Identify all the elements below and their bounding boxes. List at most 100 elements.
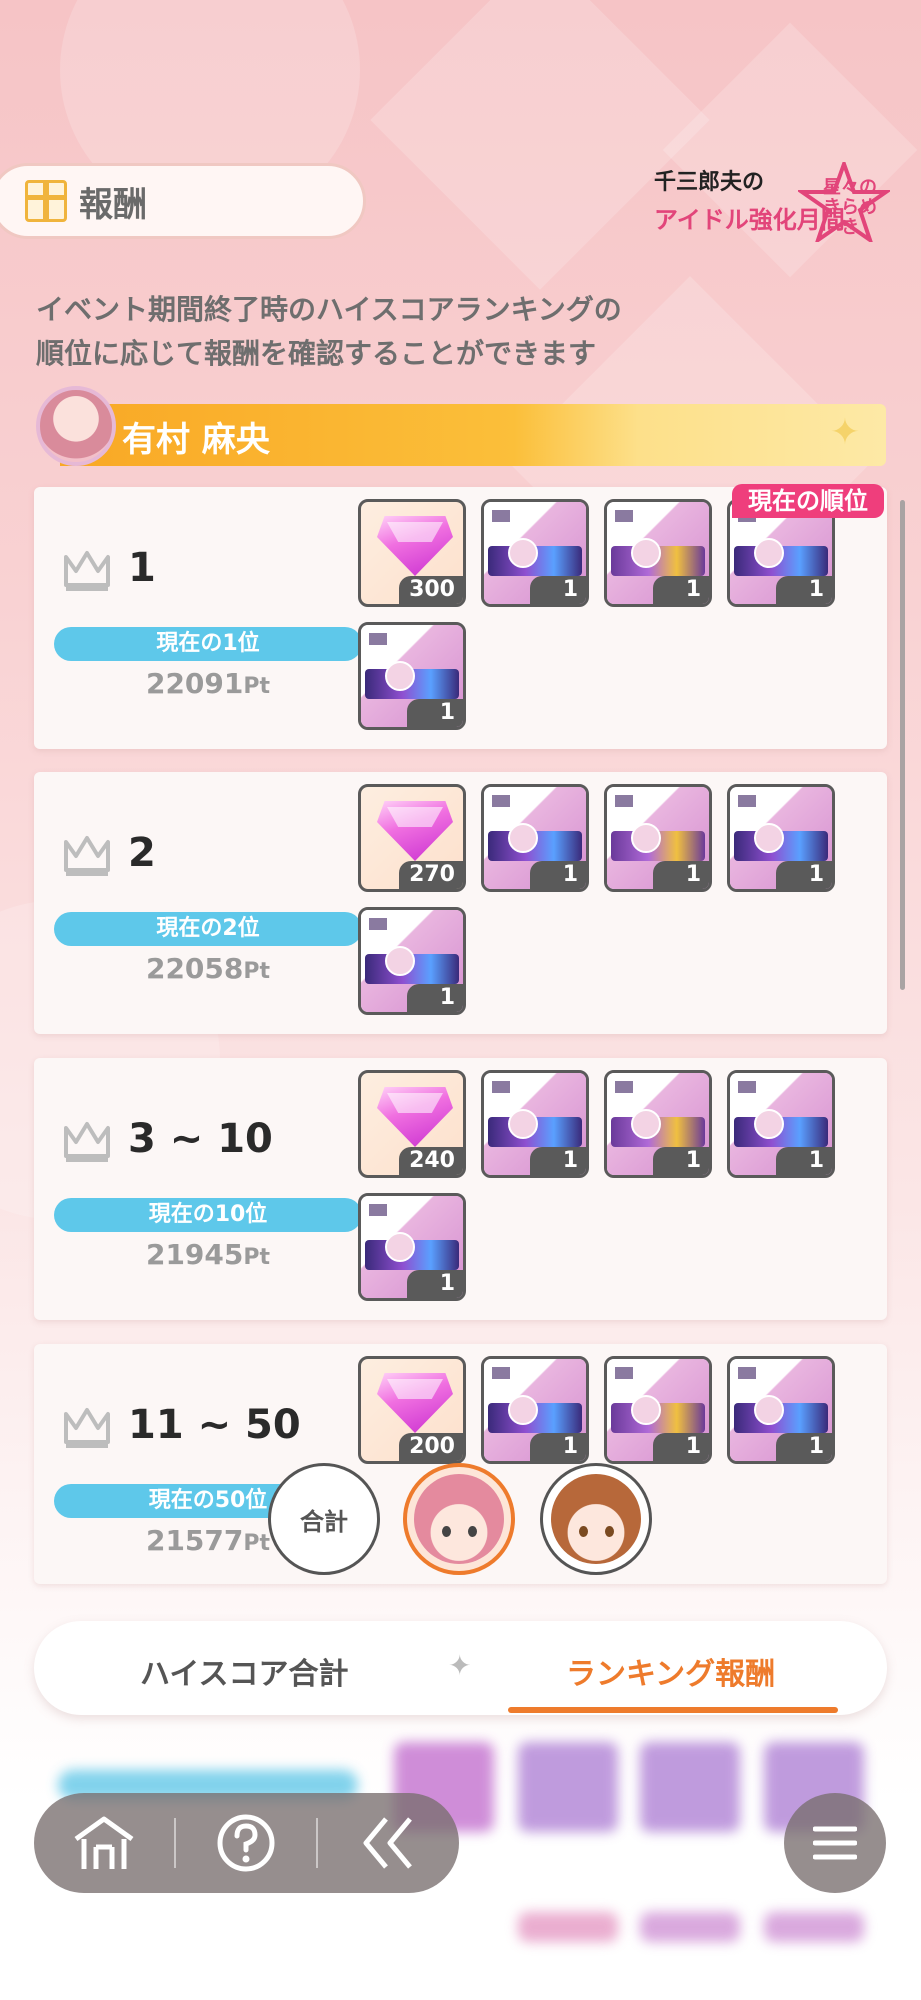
home-button[interactable] [34, 1793, 174, 1893]
item-quantity: 1 [776, 861, 832, 889]
item-quantity: 1 [776, 576, 832, 604]
reward-item-ticket[interactable]: 1 [358, 1193, 466, 1301]
rank-label: 2 [128, 830, 156, 876]
home-icon [74, 1816, 134, 1869]
rank-label: 1 [128, 545, 156, 591]
item-quantity: 1 [407, 984, 463, 1012]
hamburger-icon [813, 1826, 857, 1860]
item-quantity: 1 [530, 861, 586, 889]
ticket-tag-icon [613, 1365, 635, 1381]
crown-icon [64, 1408, 110, 1448]
description-line2: 順位に応じて報酬を確認することができます [36, 337, 597, 370]
reward-item-ticket[interactable]: 1 [481, 1356, 589, 1464]
item-quantity: 270 [399, 861, 463, 889]
reward-item-ticket[interactable]: 1 [481, 1070, 589, 1178]
event-logo-line3: 星々のきらめき [823, 177, 877, 238]
reward-tab-label: 報酬 [79, 184, 147, 225]
selector-total-button[interactable]: 合計 [268, 1463, 380, 1575]
current-rank-badge: 現在の順位 [732, 484, 884, 518]
character-name: 有村 麻央 [122, 420, 270, 460]
score-value: 21945 [145, 1238, 244, 1271]
ticket-tag-icon [736, 1365, 758, 1381]
reward-item-ticket[interactable]: 1 [358, 622, 466, 730]
selector-total-label: 合計 [300, 1507, 348, 1536]
reward-item-jewel[interactable]: 240 [358, 1070, 466, 1178]
score-text: 21945Pt [54, 1238, 362, 1271]
crown-icon [64, 836, 110, 876]
help-button[interactable] [176, 1793, 316, 1893]
crown-icon [64, 551, 110, 591]
scrollbar[interactable] [900, 500, 905, 990]
reward-item-ticket[interactable]: 1 [727, 784, 835, 892]
ticket-tag-icon [490, 1079, 512, 1095]
ticket-tag-icon [367, 916, 389, 932]
reward-item-ticket[interactable]: 1 [604, 1356, 712, 1464]
bottom-nav [34, 1793, 459, 1893]
event-logo-line1: 千三郎夫の [654, 169, 765, 195]
score-value: 22091 [145, 667, 244, 700]
character-face-pink [414, 1474, 504, 1564]
event-logo: 千三郎夫の アイドル強化月間 星々のきらめき [650, 162, 890, 242]
crown-icon [64, 1122, 110, 1162]
item-quantity: 1 [653, 861, 709, 889]
tab-ranking-reward[interactable]: ランキング報酬 [566, 1649, 775, 1693]
item-quantity: 1 [530, 1433, 586, 1461]
item-quantity: 1 [653, 1433, 709, 1461]
rank-label: 3 ~ 10 [128, 1116, 273, 1162]
double-chevron-left-icon [363, 1817, 412, 1869]
item-quantity: 1 [776, 1433, 832, 1461]
back-button[interactable] [318, 1793, 458, 1893]
ticket-tag-icon [613, 793, 635, 809]
score-unit: Pt [243, 959, 271, 984]
description: イベント期間終了時のハイスコアランキングの 順位に応じて報酬を確認することができ… [36, 288, 896, 376]
current-rank-pill: 現在の10位 [54, 1198, 362, 1232]
reward-item-ticket[interactable]: 1 [727, 1356, 835, 1464]
item-quantity: 200 [399, 1433, 463, 1461]
sparkle-divider-icon: ✦ [448, 1649, 472, 1682]
item-quantity: 1 [776, 1147, 832, 1175]
description-line1: イベント期間終了時のハイスコアランキングの [36, 293, 622, 326]
ticket-tag-icon [613, 508, 635, 524]
item-quantity: 1 [407, 1270, 463, 1298]
ticket-tag-icon [490, 1365, 512, 1381]
reward-item-jewel[interactable]: 200 [358, 1356, 466, 1464]
tab-highscore-total[interactable]: ハイスコア合計 [140, 1649, 349, 1693]
ticket-tag-icon [613, 1079, 635, 1095]
reward-item-ticket[interactable]: 1 [727, 1070, 835, 1178]
current-rank-pill: 現在の1位 [54, 627, 362, 661]
reward-item-ticket[interactable]: 1 [604, 784, 712, 892]
reward-card: 3 ~ 10 現在の10位 21945Pt 240 1 1 1 1 [34, 1058, 887, 1320]
score-value: 22058 [145, 952, 244, 985]
ticket-tag-icon [490, 793, 512, 809]
reward-header-tab: 報酬 [0, 163, 366, 239]
item-quantity: 1 [407, 699, 463, 727]
ticket-tag-icon [736, 793, 758, 809]
reward-item-ticket[interactable]: 1 [604, 499, 712, 607]
character-face-brown [551, 1474, 641, 1564]
active-tab-underline [508, 1707, 838, 1713]
item-quantity: 1 [653, 576, 709, 604]
reward-item-ticket[interactable]: 1 [481, 499, 589, 607]
reward-item-jewel[interactable]: 270 [358, 784, 466, 892]
reward-item-ticket[interactable]: 1 [604, 1070, 712, 1178]
score-text: 22091Pt [54, 667, 362, 700]
score-text: 22058Pt [54, 952, 362, 985]
current-rank-pill: 現在の2位 [54, 912, 362, 946]
reward-item-jewel[interactable]: 300 [358, 499, 466, 607]
reward-item-ticket[interactable]: 1 [481, 784, 589, 892]
menu-button[interactable] [784, 1793, 886, 1893]
ticket-tag-icon [736, 1079, 758, 1095]
item-quantity: 300 [399, 576, 463, 604]
reward-card: 1 現在の1位 22091Pt 300 1 1 1 1 [34, 487, 887, 749]
selector-character-brown[interactable] [540, 1463, 652, 1575]
item-quantity: 1 [530, 1147, 586, 1175]
rank-label: 11 ~ 50 [128, 1402, 301, 1448]
item-quantity: 240 [399, 1147, 463, 1175]
character-name-bar: 有村 麻央 ✦ [60, 404, 886, 466]
reward-item-ticket[interactable]: 1 [358, 907, 466, 1015]
blurred-row [34, 1890, 887, 1970]
item-quantity: 1 [653, 1147, 709, 1175]
score-unit: Pt [243, 674, 271, 699]
help-icon [217, 1814, 275, 1872]
selector-character-pink[interactable] [403, 1463, 515, 1575]
